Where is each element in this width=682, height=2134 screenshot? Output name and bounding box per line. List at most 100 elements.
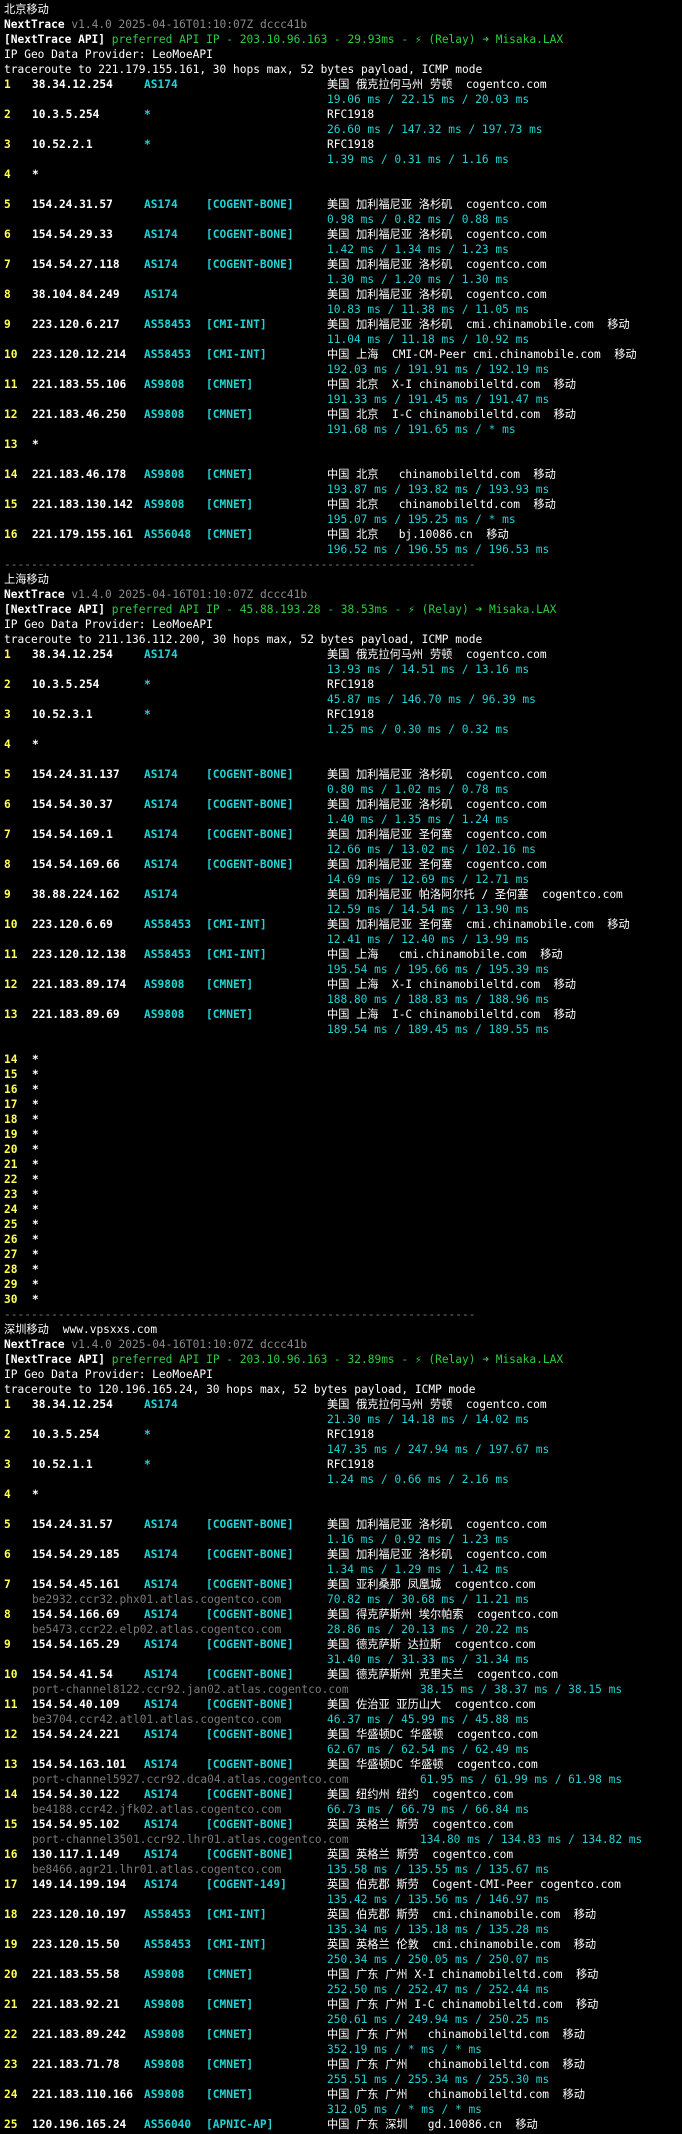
hop-detail-row: 195.07 ms / 195.25 ms / * ms	[4, 512, 678, 527]
hop-number: 11	[4, 1698, 18, 1711]
hop-rtt: 193.87 ms / 193.82 ms / 193.93 ms	[327, 483, 550, 496]
hop-detail-row: 1.39 ms / 0.31 ms / 1.16 ms	[4, 152, 678, 167]
hop-number: 2	[4, 108, 11, 121]
hop-number: 15	[4, 1068, 18, 1081]
hop-asn: AS174	[144, 198, 178, 211]
geo-provider: IP Geo Data Provider: LeoMoeAPI	[4, 618, 213, 631]
hop-ip: *	[32, 1293, 39, 1306]
hop-row: 24 *	[4, 1202, 678, 1217]
hop-geo: RFC1918	[327, 108, 375, 121]
hop-geo: 美国 德克萨斯 达拉斯 cogentco.com	[327, 1638, 536, 1651]
hop-asn: AS58453	[144, 948, 192, 961]
hop-rtt: 12.59 ms / 14.54 ms / 13.90 ms	[327, 903, 530, 916]
hop-geo: 美国 俄克拉何马州 劳顿 cogentco.com	[327, 1398, 547, 1411]
section-label: 上海移动	[4, 572, 678, 587]
hop-asn: AS174	[144, 1728, 178, 1741]
hop-rtt: 66.73 ms / 66.79 ms / 66.84 ms	[327, 1803, 530, 1816]
hop-number: 2	[4, 1428, 11, 1441]
hop-geo: 美国 俄克拉何马州 劳顿 cogentco.com	[327, 78, 547, 91]
hop-rdns: be4188.ccr42.jfk02.atlas.cogentco.com	[32, 1803, 282, 1816]
hop-detail-row: 1.24 ms / 0.66 ms / 2.16 ms	[4, 1472, 678, 1487]
hop-asn: AS9808	[144, 1008, 185, 1021]
traceroute-command: traceroute to 221.179.155.161, 30 hops m…	[4, 63, 483, 76]
hop-asn: AS174	[144, 1788, 178, 1801]
hop-rtt: 195.54 ms / 195.66 ms / 195.39 ms	[327, 963, 550, 976]
hop-number: 19	[4, 1938, 18, 1951]
hop-ip: 154.54.163.101	[32, 1758, 127, 1771]
hop-geo: 美国 加利福尼亚 洛杉矶 cogentco.com	[327, 228, 547, 241]
hop-asn: *	[144, 1428, 151, 1441]
hop-detail-row: 196.52 ms / 196.55 ms / 196.53 ms	[4, 542, 678, 557]
hop-asn: AS174	[144, 1878, 178, 1891]
hop-geo: 中国 北京 X-I chinamobileltd.com 移动	[327, 378, 576, 391]
hop-number: 15	[4, 1818, 18, 1831]
hop-detail-row: be2932.ccr32.phx01.atlas.cogentco.com 70.…	[4, 1592, 678, 1607]
hop-number: 28	[4, 1263, 18, 1276]
api-line: [NextTrace API] preferred API IP - 45.88…	[4, 602, 678, 617]
hop-detail-row: 191.33 ms / 191.45 ms / 191.47 ms	[4, 392, 678, 407]
hop-number: 13	[4, 1758, 18, 1771]
hop-row: 23 221.183.71.78 AS9808 [CMNET] 中国 广东 广州 chi…	[4, 2057, 678, 2072]
section-divider: ----------------------------------------…	[4, 558, 476, 571]
hop-rtt: 195.07 ms / 195.25 ms / * ms	[327, 513, 516, 526]
hop-detail-row: 0.80 ms / 1.02 ms / 0.78 ms	[4, 782, 678, 797]
hop-row: 25 120.196.165.24 AS56040 [APNIC-AP] 中国 广东 深…	[4, 2117, 678, 2132]
hop-number: 23	[4, 1188, 18, 1201]
hop-ip: 221.179.155.161	[32, 528, 134, 541]
hop-tag: [COGENT-BONE]	[206, 1698, 294, 1711]
hop-tag: [COGENT-BONE]	[206, 858, 294, 871]
hop-geo: RFC1918	[327, 1428, 375, 1441]
hop-number: 22	[4, 1173, 18, 1186]
hop-number: 1	[4, 78, 11, 91]
hop-asn: AS174	[144, 1398, 178, 1411]
hop-rtt: 61.95 ms / 61.99 ms / 61.98 ms	[420, 1773, 623, 1786]
hop-asn: AS174	[144, 1548, 178, 1561]
hop-tag: [COGENT-BONE]	[206, 768, 294, 781]
hop-row: 13 154.54.163.101 AS174 [COGENT-BONE] 美国 华盛顿…	[4, 1757, 678, 1772]
hop-row: 9 38.88.224.162 AS174 美国 加利福尼亚 帕洛阿尔托 / 圣何塞 …	[4, 887, 678, 902]
hop-rtt: 31.40 ms / 31.33 ms / 31.34 ms	[327, 1653, 530, 1666]
section-title: 上海移动	[4, 573, 49, 586]
hop-asn: AS174	[144, 828, 178, 841]
hop-row: 4 *	[4, 167, 678, 182]
hop-tag: [CMNET]	[206, 378, 254, 391]
hop-geo: 中国 北京 chinamobileltd.com 移动	[327, 498, 556, 511]
hop-asn: AS9808	[144, 408, 185, 421]
hop-ip: 154.54.169.66	[32, 858, 120, 871]
hop-number: 30	[4, 1293, 18, 1306]
hop-row: 16 *	[4, 1082, 678, 1097]
hop-row: 19 223.120.15.50 AS58453 [CMI-INT] 英国 英格兰 伦敦…	[4, 1937, 678, 1952]
hop-tag: [COGENT-BONE]	[206, 1818, 294, 1831]
hop-geo: 中国 广东 深圳 gd.10086.cn 移动	[327, 2118, 538, 2131]
hop-detail-row: 1.25 ms / 0.30 ms / 0.32 ms	[4, 722, 678, 737]
hop-ip: 154.54.169.1	[32, 828, 113, 841]
hop-number: 23	[4, 2058, 18, 2071]
hop-rdns: port-channel3501.ccr92.lhr01.atlas.cogen…	[32, 1833, 349, 1846]
hop-geo: 中国 上海 X-I chinamobileltd.com 移动	[327, 978, 576, 991]
hop-tag: [COGENT-BONE]	[206, 1518, 294, 1531]
hop-ip: 38.88.224.162	[32, 888, 120, 901]
hop-rdns: be2932.ccr32.phx01.atlas.cogentco.com	[32, 1593, 282, 1606]
hop-ip: *	[32, 168, 39, 181]
hop-tag: [CMNET]	[206, 1008, 254, 1021]
api-info: preferred API IP - 203.10.96.163 - 29.93…	[105, 33, 564, 46]
hop-ip: 221.183.89.174	[32, 978, 127, 991]
hop-geo: 美国 加利福尼亚 洛杉矶 cogentco.com	[327, 768, 547, 781]
hop-asn: AS174	[144, 288, 178, 301]
hop-detail-row: 192.03 ms / 191.91 ms / 192.19 ms	[4, 362, 678, 377]
hop-row: 20 *	[4, 1142, 678, 1157]
hop-geo: 美国 加利福尼亚 圣何塞 cogentco.com	[327, 828, 547, 841]
hop-ip: *	[32, 738, 39, 751]
hop-geo: 美国 加利福尼亚 圣何塞 cmi.chinamobile.com 移动	[327, 918, 630, 931]
hop-tag: [COGENT-BONE]	[206, 828, 294, 841]
hop-detail-row: be8466.agr21.lhr01.atlas.cogentco.com 135…	[4, 1862, 678, 1877]
hop-asn: *	[144, 138, 151, 151]
hop-number: 10	[4, 348, 18, 361]
hop-detail-row: 1.34 ms / 1.29 ms / 1.42 ms	[4, 1562, 678, 1577]
hop-rtt: 252.50 ms / 252.47 ms / 252.44 ms	[327, 1983, 550, 1996]
hop-ip: 221.183.46.178	[32, 468, 127, 481]
hop-number: 11	[4, 378, 18, 391]
hop-row: 2 10.3.5.254 * RFC1918	[4, 677, 678, 692]
hop-geo: 中国 广东 广州 I-C chinamobileltd.com 移动	[327, 1998, 599, 2011]
hop-rtt: 26.60 ms / 147.32 ms / 197.73 ms	[327, 123, 543, 136]
